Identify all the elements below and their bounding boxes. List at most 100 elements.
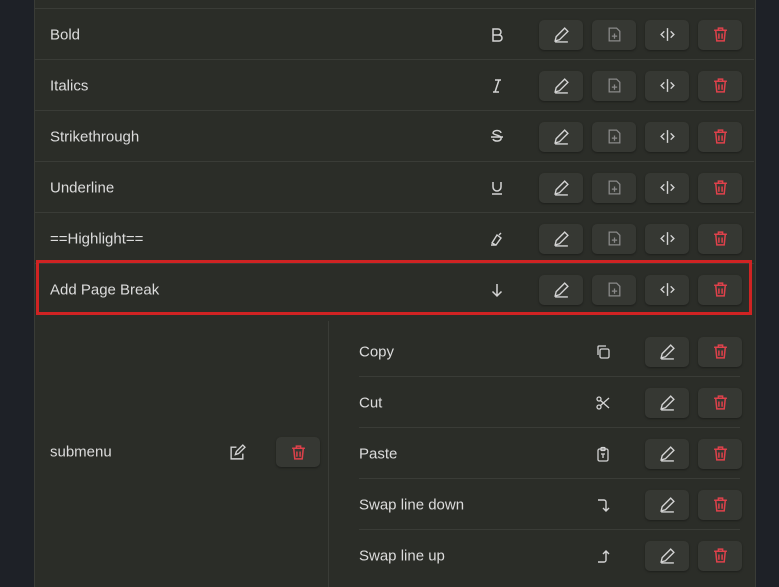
submenu-item-swap-line-up: Swap line up bbox=[359, 529, 742, 581]
copy-icon bbox=[588, 337, 618, 367]
command-row-italics: Italics bbox=[34, 59, 754, 111]
command-label: Italics bbox=[50, 77, 89, 94]
command-label: Bold bbox=[50, 26, 81, 43]
delete-button[interactable] bbox=[698, 274, 742, 305]
file-plus-icon bbox=[608, 282, 620, 297]
split-button[interactable] bbox=[645, 19, 689, 50]
trash-icon bbox=[291, 444, 305, 460]
submenu-item-label: Cut bbox=[359, 394, 383, 411]
edit-button[interactable] bbox=[645, 540, 689, 571]
command-row-bold: Bold bbox=[34, 8, 754, 60]
edit-button[interactable] bbox=[645, 489, 689, 520]
edit-button[interactable] bbox=[645, 387, 689, 418]
arrow-down-icon bbox=[482, 275, 512, 305]
edit-button[interactable] bbox=[645, 438, 689, 469]
highlighter-icon bbox=[482, 224, 512, 254]
submenu-divider bbox=[328, 321, 329, 587]
delete-button[interactable] bbox=[698, 336, 742, 367]
delete-button[interactable] bbox=[698, 540, 742, 571]
submenu-item-label: Swap line up bbox=[359, 547, 445, 564]
submenu-item-cut: Cut bbox=[359, 376, 742, 428]
trash-icon bbox=[713, 395, 727, 410]
pencil-icon bbox=[553, 282, 569, 298]
trash-icon bbox=[713, 282, 727, 297]
trash-icon bbox=[713, 129, 727, 144]
edit-button[interactable] bbox=[539, 274, 583, 305]
command-row-add-page-break: Add Page Break bbox=[34, 263, 754, 315]
delete-button[interactable] bbox=[698, 70, 742, 101]
scissors-icon bbox=[588, 388, 618, 418]
command-label: Add Page Break bbox=[50, 281, 160, 298]
delete-button[interactable] bbox=[698, 489, 742, 520]
command-row-highlight: ==Highlight== bbox=[34, 212, 754, 264]
file-plus-icon bbox=[608, 78, 620, 93]
delete-button[interactable] bbox=[698, 121, 742, 152]
submenu-item-paste: Paste bbox=[359, 427, 742, 479]
edit-square-icon bbox=[229, 443, 246, 460]
add-file-button[interactable] bbox=[592, 223, 636, 254]
delete-button[interactable] bbox=[698, 19, 742, 50]
pencil-icon bbox=[553, 129, 569, 145]
trash-icon bbox=[713, 548, 727, 563]
pencil-icon bbox=[553, 180, 569, 196]
italic-icon bbox=[482, 71, 512, 101]
command-label: Strikethrough bbox=[50, 128, 140, 145]
add-file-button[interactable] bbox=[592, 70, 636, 101]
command-row-underline: Underline bbox=[34, 161, 754, 213]
submenu-item-swap-line-down: Swap line down bbox=[359, 478, 742, 530]
trash-icon bbox=[713, 231, 727, 246]
file-plus-icon bbox=[608, 231, 620, 246]
add-file-button[interactable] bbox=[592, 274, 636, 305]
pencil-icon bbox=[553, 78, 569, 94]
trash-icon bbox=[713, 446, 727, 461]
add-file-button[interactable] bbox=[592, 19, 636, 50]
submenu-item-copy: Copy bbox=[359, 326, 754, 377]
command-label: Underline bbox=[50, 179, 115, 196]
code-split-icon bbox=[659, 130, 675, 143]
submenu-item-label: Paste bbox=[359, 445, 398, 462]
code-split-icon bbox=[659, 283, 675, 296]
add-file-button[interactable] bbox=[592, 172, 636, 203]
delete-button[interactable] bbox=[698, 223, 742, 254]
pencil-icon bbox=[553, 231, 569, 247]
trash-icon bbox=[713, 180, 727, 195]
trash-icon bbox=[713, 344, 727, 359]
clipboard-icon bbox=[588, 439, 618, 469]
edit-button[interactable] bbox=[539, 19, 583, 50]
split-button[interactable] bbox=[645, 70, 689, 101]
split-button[interactable] bbox=[645, 274, 689, 305]
edit-button[interactable] bbox=[539, 172, 583, 203]
command-label: ==Highlight== bbox=[50, 230, 144, 247]
trash-icon bbox=[713, 27, 727, 42]
file-plus-icon bbox=[608, 180, 620, 195]
file-plus-icon bbox=[608, 129, 620, 144]
edit-button[interactable] bbox=[539, 70, 583, 101]
delete-button[interactable] bbox=[698, 387, 742, 418]
code-split-icon bbox=[659, 79, 675, 92]
corner-up-right-icon bbox=[588, 541, 618, 571]
delete-button[interactable] bbox=[698, 438, 742, 469]
split-button[interactable] bbox=[645, 223, 689, 254]
split-button[interactable] bbox=[645, 172, 689, 203]
pencil-icon bbox=[553, 27, 569, 43]
delete-submenu-button[interactable] bbox=[276, 437, 320, 467]
edit-button[interactable] bbox=[539, 121, 583, 152]
corner-down-right-icon bbox=[588, 490, 618, 520]
strikethrough-icon bbox=[482, 122, 512, 152]
edit-button[interactable] bbox=[645, 336, 689, 367]
pencil-icon bbox=[659, 497, 675, 513]
underline-icon bbox=[482, 173, 512, 203]
edit-submenu-button[interactable] bbox=[215, 437, 259, 467]
pencil-icon bbox=[659, 395, 675, 411]
add-file-button[interactable] bbox=[592, 121, 636, 152]
trash-icon bbox=[713, 78, 727, 93]
code-split-icon bbox=[659, 181, 675, 194]
file-plus-icon bbox=[608, 27, 620, 42]
delete-button[interactable] bbox=[698, 172, 742, 203]
code-split-icon bbox=[659, 232, 675, 245]
split-button[interactable] bbox=[645, 121, 689, 152]
code-split-icon bbox=[659, 28, 675, 41]
submenu-item-label: Copy bbox=[359, 343, 395, 360]
edit-button[interactable] bbox=[539, 223, 583, 254]
submenu-label: submenu bbox=[50, 443, 112, 461]
